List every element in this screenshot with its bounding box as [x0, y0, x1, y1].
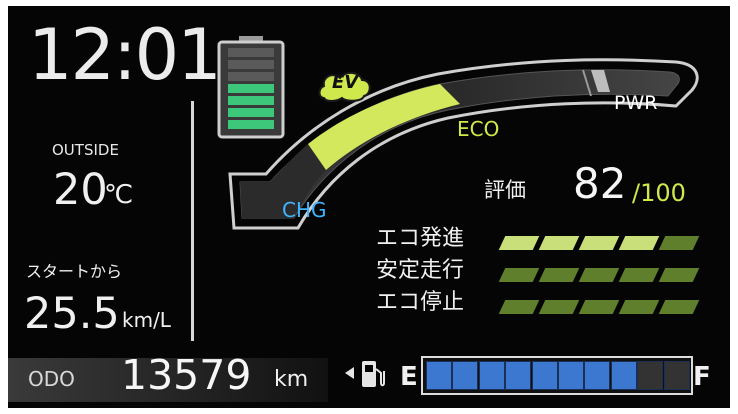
gauge-segment-dim [538, 300, 580, 314]
eco-score-max: /100 [632, 179, 686, 207]
battery-cell-empty [228, 48, 274, 57]
gauge-segment-dim [498, 300, 540, 314]
fuel-segment-filled [452, 361, 479, 390]
battery-cell-charged [228, 108, 274, 117]
chg-label: CHG [282, 198, 327, 222]
gauge-segment-dim [578, 268, 620, 282]
fuel-segment-filled [478, 361, 505, 390]
pwr-label: PWR [614, 92, 658, 114]
fuel-segment-filled [531, 361, 558, 390]
eco-score-value: 82 [573, 159, 627, 208]
battery-cell-empty [228, 60, 274, 69]
gauge-segment-dim [618, 268, 660, 282]
gauge-segment-dim [658, 236, 700, 250]
gauge-segment-dim [658, 300, 700, 314]
battery-cell-charged [228, 84, 274, 93]
battery-icon [217, 36, 285, 139]
fuel-gauge [421, 356, 693, 395]
fuel-segment-filled [610, 361, 637, 390]
fuel-empty-label: E [400, 362, 418, 392]
eco-stop-label: エコ停止 [376, 290, 465, 315]
battery-cell-charged [228, 96, 274, 105]
battery-cell-charged [228, 120, 274, 129]
battery-cell-empty [228, 72, 274, 81]
ev-label: EV [332, 72, 359, 93]
gauge-segment-dim [578, 300, 620, 314]
gauge-segment-lit [538, 236, 580, 250]
gauge-segment-lit [618, 236, 660, 250]
eco-score-label: 評価 [484, 178, 526, 202]
gauge-segment-dim [498, 268, 540, 282]
gauge-segment-dim [538, 268, 580, 282]
fuel-segment-filled [505, 361, 532, 390]
steady-driving-label: 安定走行 [376, 258, 465, 283]
fuel-door-side-arrow-icon [345, 367, 354, 379]
gauge-segment-dim [658, 268, 700, 282]
fuel-segment-filled [426, 361, 452, 390]
fuel-segment-filled [584, 361, 611, 390]
gauge-segment-dim [618, 300, 660, 314]
eco-start-label: エコ発進 [376, 226, 465, 251]
fuel-pump-icon [362, 361, 385, 387]
fuel-segment-empty [637, 361, 664, 390]
fuel-segment-empty [663, 361, 690, 390]
fuel-segment-filled [558, 361, 584, 390]
gauge-segment-lit [578, 236, 620, 250]
fuel-full-label: F [693, 362, 711, 392]
gauge-segment-lit [498, 236, 540, 250]
instrument-display: 12:01 OUTSIDE 20 ℃ スタートから 25.5 km/L ODO … [8, 6, 730, 408]
eco-label: ECO [457, 117, 500, 141]
